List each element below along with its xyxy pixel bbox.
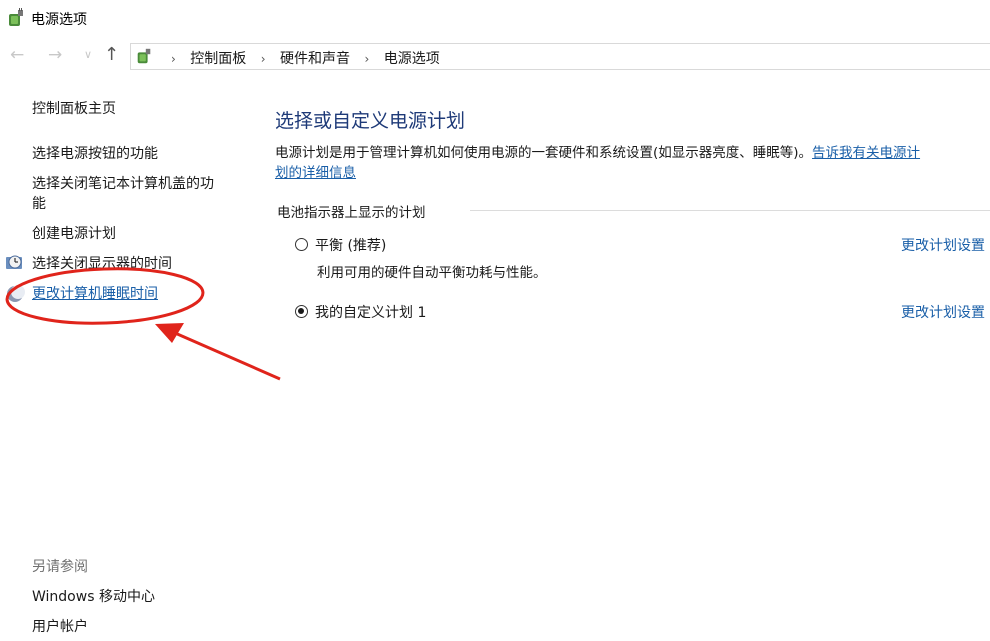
breadcrumb: › 控制面板 › 硬件和声音 › 电源选项 <box>161 48 440 68</box>
see-also-mobility-center[interactable]: Windows 移动中心 <box>32 587 155 608</box>
window-title: 电源选项 <box>31 12 87 28</box>
power-plug-icon <box>9 8 23 26</box>
sidebar-item-display-off[interactable]: 选择关闭显示器的时间 <box>32 254 172 275</box>
group-divider <box>470 210 990 211</box>
sidebar-item-power-button[interactable]: 选择电源按钮的功能 <box>32 144 158 165</box>
sidebar: 控制面板主页 选择电源按钮的功能 选择关闭笔记本计算机盖的功 能 创建电源计划 … <box>0 90 250 641</box>
plan-balanced-change-settings-link[interactable]: 更改计划设置 <box>901 235 985 255</box>
plan-balanced-name[interactable]: 平衡 (推荐) <box>315 235 386 255</box>
breadcrumb-separator-icon[interactable]: › <box>364 52 369 66</box>
sidebar-item-lid-close[interactable]: 选择关闭笔记本计算机盖的功 <box>32 174 214 195</box>
plan-group-label: 电池指示器上显示的计划 <box>277 205 426 221</box>
moon-sleep-icon <box>7 285 25 302</box>
sidebar-item-sleep-time[interactable]: 更改计算机睡眠时间 <box>32 284 158 305</box>
forward-arrow-icon[interactable]: → <box>48 45 62 65</box>
sidebar-item-lid-close-cont[interactable]: 能 <box>32 194 46 215</box>
up-arrow-icon[interactable]: ↑ <box>104 44 119 65</box>
breadcrumb-separator-icon[interactable]: › <box>261 52 266 66</box>
learn-more-link[interactable]: 告诉我有关电源计 <box>812 145 920 161</box>
monitor-clock-icon <box>6 255 22 269</box>
plan-balanced-radio[interactable] <box>295 238 308 251</box>
plan-custom-radio[interactable] <box>295 305 308 318</box>
back-arrow-icon[interactable]: ← <box>10 45 24 65</box>
recent-locations-chevron-icon[interactable]: ∨ <box>84 48 92 61</box>
sidebar-item-create-plan[interactable]: 创建电源计划 <box>32 224 116 245</box>
breadcrumb-control-panel[interactable]: 控制面板 <box>190 51 246 67</box>
plan-balanced-description: 利用可用的硬件自动平衡功耗与性能。 <box>317 265 547 281</box>
power-plug-icon <box>137 48 151 64</box>
main-content: 选择或自定义电源计划 电源计划是用于管理计算机如何使用电源的一套硬件和系统设置(… <box>275 100 990 641</box>
breadcrumb-separator-icon[interactable]: › <box>171 52 176 66</box>
see-also-heading: 另请参阅 <box>32 559 88 575</box>
plan-custom-change-settings-link[interactable]: 更改计划设置 <box>901 302 985 322</box>
breadcrumb-power-options[interactable]: 电源选项 <box>384 51 440 67</box>
page-description: 电源计划是用于管理计算机如何使用电源的一套硬件和系统设置(如显示器亮度、睡眠等)… <box>275 143 990 183</box>
title-bar: 电源选项 <box>0 0 990 38</box>
learn-more-link-cont[interactable]: 划的详细信息 <box>275 165 356 181</box>
page-title: 选择或自定义电源计划 <box>275 110 466 132</box>
description-text: 电源计划是用于管理计算机如何使用电源的一套硬件和系统设置(如显示器亮度、睡眠等)… <box>275 145 813 161</box>
address-bar[interactable]: › 控制面板 › 硬件和声音 › 电源选项 <box>130 43 990 70</box>
breadcrumb-hardware-sound[interactable]: 硬件和声音 <box>280 51 350 67</box>
see-also-user-accounts[interactable]: 用户帐户 <box>32 617 88 638</box>
sidebar-home-link[interactable]: 控制面板主页 <box>32 99 116 120</box>
plan-custom-name[interactable]: 我的自定义计划 1 <box>315 302 426 322</box>
navigation-bar: ← → ∨ ↑ › 控制面板 › 硬件和声音 › 电源选项 <box>0 40 990 74</box>
